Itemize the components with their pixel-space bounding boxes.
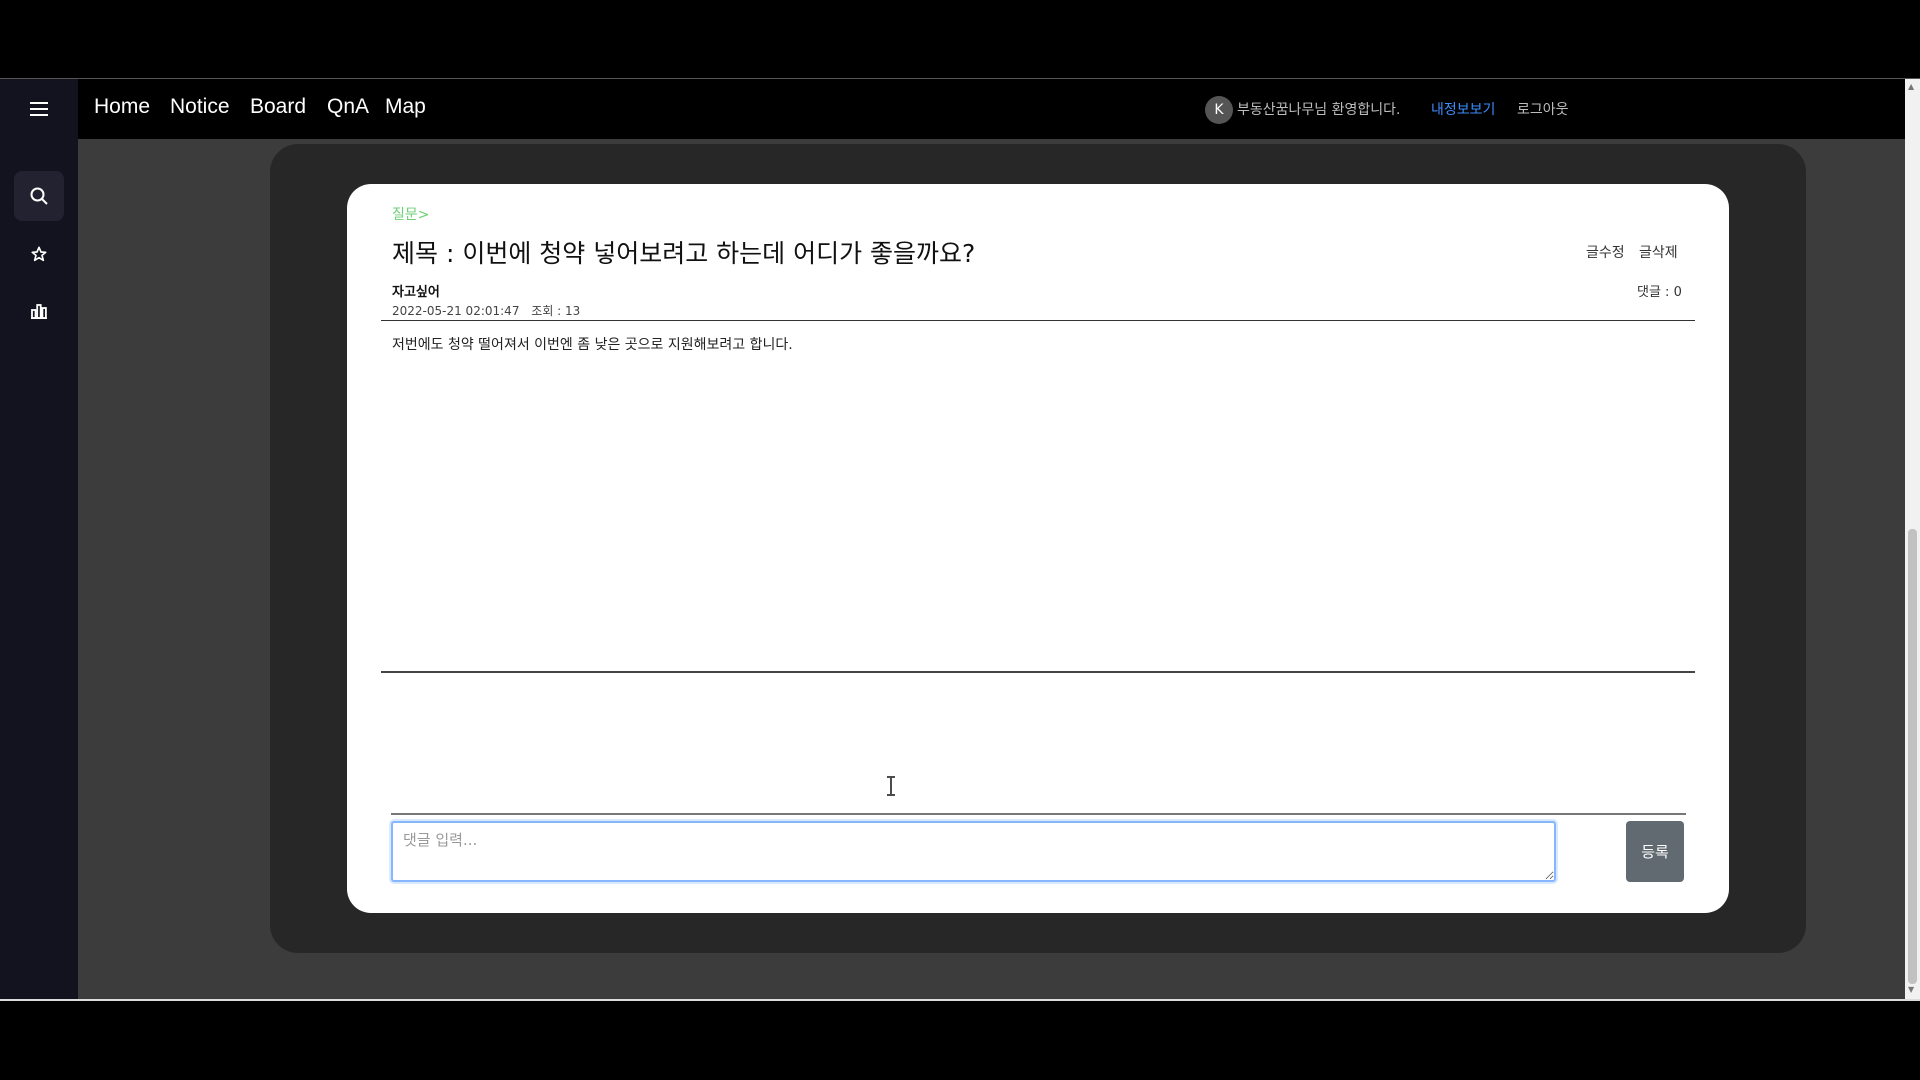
nav-map[interactable]: Map bbox=[385, 95, 426, 119]
post-date: 2022-05-21 02:01:47 bbox=[392, 304, 520, 318]
screen-top-bar bbox=[0, 0, 1920, 78]
menu-button[interactable] bbox=[14, 84, 64, 134]
nav-home[interactable]: Home bbox=[94, 95, 150, 119]
stats-button[interactable] bbox=[14, 286, 64, 336]
menu-icon bbox=[30, 102, 48, 116]
sidebar bbox=[0, 79, 78, 999]
header-divider bbox=[381, 320, 1695, 321]
post-category[interactable]: 질문> bbox=[392, 204, 430, 224]
nav-qna[interactable]: QnA bbox=[327, 95, 369, 119]
welcome-text: 부동산꿈나무님 환영합니다. bbox=[1237, 102, 1401, 118]
scroll-thumb[interactable] bbox=[1908, 529, 1917, 984]
star-icon bbox=[31, 246, 47, 262]
browser-viewport: Home Notice Board QnA Map K 부동산꿈나무님 환영합니… bbox=[0, 79, 1920, 999]
post-card: 질문> 제목 : 이번에 청약 넣어보려고 하는데 어디가 좋을까요? 글수정 … bbox=[347, 184, 1729, 913]
post-meta: 2022-05-21 02:01:47 조회 : 13 bbox=[392, 302, 588, 319]
search-button[interactable] bbox=[14, 171, 64, 221]
nav-notice[interactable]: Notice bbox=[170, 95, 230, 119]
scroll-down-arrow-icon[interactable]: ▼ bbox=[1908, 985, 1914, 994]
logout-link[interactable]: 로그아웃 bbox=[1517, 99, 1569, 119]
screen-bottom-bar bbox=[0, 1001, 1920, 1080]
delete-post-button[interactable]: 글삭제 bbox=[1639, 242, 1678, 262]
scrollbar[interactable]: ▲ ▼ bbox=[1905, 79, 1920, 999]
chart-icon bbox=[31, 304, 47, 319]
post-author: 자고싶어 bbox=[392, 285, 440, 300]
text-cursor-icon bbox=[887, 776, 895, 796]
comment-input[interactable] bbox=[391, 821, 1556, 882]
post-title: 제목 : 이번에 청약 넣어보려고 하는데 어디가 좋을까요? bbox=[392, 239, 976, 268]
search-icon bbox=[30, 187, 48, 205]
post-body: 저번에도 청약 떨어져서 이번엔 좀 낮은 곳으로 지원해보려고 합니다. bbox=[392, 337, 793, 353]
top-navbar: Home Notice Board QnA Map K 부동산꿈나무님 환영합니… bbox=[78, 79, 1905, 139]
mypage-link[interactable]: 내정보보기 bbox=[1431, 99, 1495, 119]
submit-comment-button[interactable]: 등록 bbox=[1626, 821, 1684, 882]
favorites-button[interactable] bbox=[14, 229, 64, 279]
comment-count: 댓글 : 0 bbox=[1637, 285, 1682, 300]
avatar: K bbox=[1205, 96, 1233, 124]
post-views: 조회 : 13 bbox=[531, 304, 581, 318]
nav-board[interactable]: Board bbox=[250, 95, 306, 119]
comment-divider bbox=[391, 813, 1686, 815]
scroll-up-arrow-icon[interactable]: ▲ bbox=[1908, 82, 1914, 91]
body-divider bbox=[381, 671, 1695, 673]
edit-post-button[interactable]: 글수정 bbox=[1586, 242, 1625, 262]
